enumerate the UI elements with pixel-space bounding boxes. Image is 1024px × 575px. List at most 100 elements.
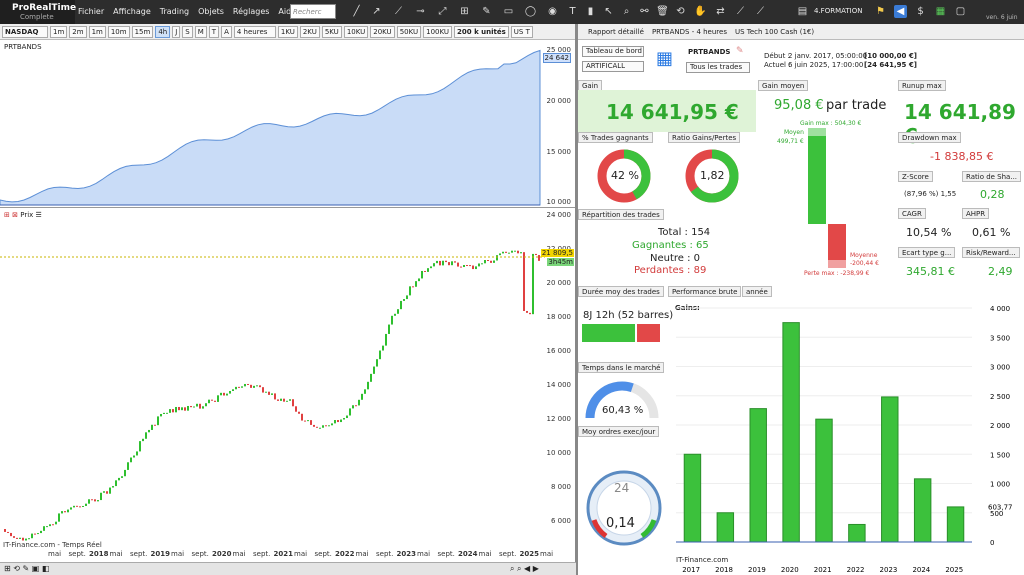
cursor-icon[interactable]: ╱ bbox=[350, 5, 363, 18]
zoom-controls-icon[interactable]: ⌕ ⌕ ◀ ▶ bbox=[510, 564, 539, 574]
unit-20ku[interactable]: 20KU bbox=[370, 26, 394, 38]
price-candle bbox=[283, 399, 285, 402]
ahpr-title: AHPR bbox=[962, 208, 989, 219]
menu-objets[interactable]: Objets bbox=[198, 7, 224, 16]
unit-100ku[interactable]: 100KU bbox=[423, 26, 452, 38]
start-value: 2 janv. 2017, 05:00:00 bbox=[788, 52, 867, 60]
price-candle bbox=[16, 538, 18, 539]
circle-icon[interactable]: ◉ bbox=[546, 5, 559, 18]
sub-select[interactable]: ARTIFICALL bbox=[582, 61, 644, 72]
ruler-icon[interactable]: ⇄ bbox=[714, 5, 727, 18]
magnet-icon[interactable]: ⚯ bbox=[638, 5, 651, 18]
unit-10ku[interactable]: 10KU bbox=[344, 26, 368, 38]
avg-gain-title: Gain moyen bbox=[758, 80, 808, 91]
units-select[interactable]: 200 k unités bbox=[454, 26, 509, 38]
symbol-select[interactable]: NASDAQ bbox=[2, 26, 48, 38]
menu-affichage[interactable]: Affichage bbox=[113, 7, 151, 16]
flag-icon[interactable]: ⚑ bbox=[874, 5, 887, 18]
price-candle bbox=[160, 414, 162, 416]
x-tick: 2023 bbox=[397, 550, 416, 558]
dollar-icon[interactable]: $ bbox=[914, 5, 927, 18]
interval-select[interactable]: 4 heures bbox=[234, 26, 276, 38]
trash-icon[interactable]: 🗑 bbox=[656, 5, 669, 18]
arrow-icon[interactable]: ↗ bbox=[370, 5, 383, 18]
rectangle-icon[interactable]: ▭ bbox=[502, 5, 515, 18]
perf-footer: IT-Finance.com bbox=[676, 556, 728, 564]
price-candle bbox=[145, 432, 147, 438]
price-candle bbox=[265, 392, 267, 393]
line-icon[interactable]: ⟋ bbox=[392, 5, 405, 18]
runup-title: Runup max bbox=[898, 80, 946, 91]
x-tick: 2019 bbox=[151, 550, 170, 558]
zoom-icon[interactable]: ⌕ bbox=[620, 5, 633, 18]
moy-ordres-value: 0,14 bbox=[606, 516, 635, 531]
price-candle bbox=[307, 420, 309, 421]
edit-icon[interactable]: ✎ bbox=[736, 46, 744, 56]
segment-icon[interactable]: ⊸ bbox=[414, 5, 427, 18]
price-candle bbox=[121, 476, 123, 478]
save-icon[interactable]: ▤ bbox=[796, 5, 809, 18]
price-candle bbox=[226, 394, 228, 396]
price-candle bbox=[76, 506, 78, 507]
price-candle bbox=[361, 394, 363, 400]
menu-trading[interactable]: Trading bbox=[160, 7, 189, 16]
fibonacci-icon[interactable]: ⊞ bbox=[458, 5, 471, 18]
tf-4h[interactable]: 4h bbox=[155, 26, 170, 38]
unit-5ku[interactable]: 5KU bbox=[322, 26, 342, 38]
perf-y-tick: 1 000 bbox=[990, 481, 1010, 489]
price-candle bbox=[139, 441, 141, 451]
perf-period-select[interactable]: année bbox=[742, 286, 772, 297]
price-candle bbox=[13, 536, 15, 538]
price-candle bbox=[229, 391, 231, 394]
tf-10m[interactable]: 10m bbox=[108, 26, 130, 38]
window-icon[interactable]: ▢ bbox=[954, 5, 967, 18]
instrument-select[interactable]: US T bbox=[511, 26, 533, 38]
price-candle bbox=[190, 406, 192, 407]
pencil-icon[interactable]: ✎ bbox=[480, 5, 493, 18]
price-candle bbox=[325, 425, 327, 426]
sound-icon[interactable]: ◀ bbox=[894, 5, 907, 18]
tf-j[interactable]: J bbox=[172, 26, 180, 38]
layout-select[interactable]: 4.FORMATION bbox=[814, 7, 862, 15]
price-candle bbox=[106, 491, 108, 493]
menu-fichier[interactable]: Fichier bbox=[78, 7, 104, 16]
unit-50ku[interactable]: 50KU bbox=[397, 26, 421, 38]
tf-a[interactable]: A bbox=[221, 26, 232, 38]
tf-1m[interactable]: 1m bbox=[50, 26, 67, 38]
tf-1m-b[interactable]: 1m bbox=[89, 26, 106, 38]
price-candle bbox=[367, 382, 369, 390]
channel-icon[interactable]: ⤢ bbox=[436, 5, 449, 18]
view-select[interactable]: Tableau de bord bbox=[582, 46, 644, 57]
search-input[interactable]: Recherc bbox=[290, 4, 336, 19]
perf-bar-2023 bbox=[882, 397, 898, 542]
text-icon[interactable]: T bbox=[566, 5, 579, 18]
unit-2ku[interactable]: 2KU bbox=[300, 26, 320, 38]
unit-1ku[interactable]: 1KU bbox=[278, 26, 298, 38]
x-tick: mai bbox=[233, 550, 246, 558]
price-candle bbox=[442, 261, 444, 266]
tf-2m[interactable]: 2m bbox=[69, 26, 86, 38]
trend2-icon[interactable]: ⟋ bbox=[754, 5, 767, 18]
ellipse-icon[interactable]: ◯ bbox=[524, 5, 537, 18]
perf-bar-2024 bbox=[914, 479, 930, 542]
tf-m[interactable]: M bbox=[195, 26, 207, 38]
x-tick: 2022 bbox=[335, 550, 354, 558]
pointer-icon[interactable]: ↖ bbox=[602, 5, 615, 18]
price-candle bbox=[220, 393, 222, 395]
price-candle bbox=[409, 286, 411, 295]
tf-s[interactable]: S bbox=[182, 26, 192, 38]
bottom-tools-icon[interactable]: ⊞ ⟲ ✎ ▣ ◧ bbox=[4, 564, 49, 573]
price-candle bbox=[142, 439, 144, 441]
menu-reglages[interactable]: Réglages bbox=[233, 7, 270, 16]
x-tick: 2025 bbox=[520, 550, 539, 558]
tf-15m[interactable]: 15m bbox=[132, 26, 154, 38]
trend-icon[interactable]: ⟋ bbox=[734, 5, 747, 18]
price-ytick-10000: 10 000 bbox=[547, 449, 572, 457]
hand-icon[interactable]: ✋ bbox=[694, 5, 707, 18]
sync-icon[interactable]: ⟲ bbox=[674, 5, 687, 18]
price-candle bbox=[472, 266, 474, 270]
grid-icon[interactable]: ▦ bbox=[934, 5, 947, 18]
brush-icon[interactable]: ▮ bbox=[584, 5, 597, 18]
tf-t[interactable]: T bbox=[209, 26, 219, 38]
trades-select[interactable]: Tous les trades bbox=[686, 62, 750, 73]
